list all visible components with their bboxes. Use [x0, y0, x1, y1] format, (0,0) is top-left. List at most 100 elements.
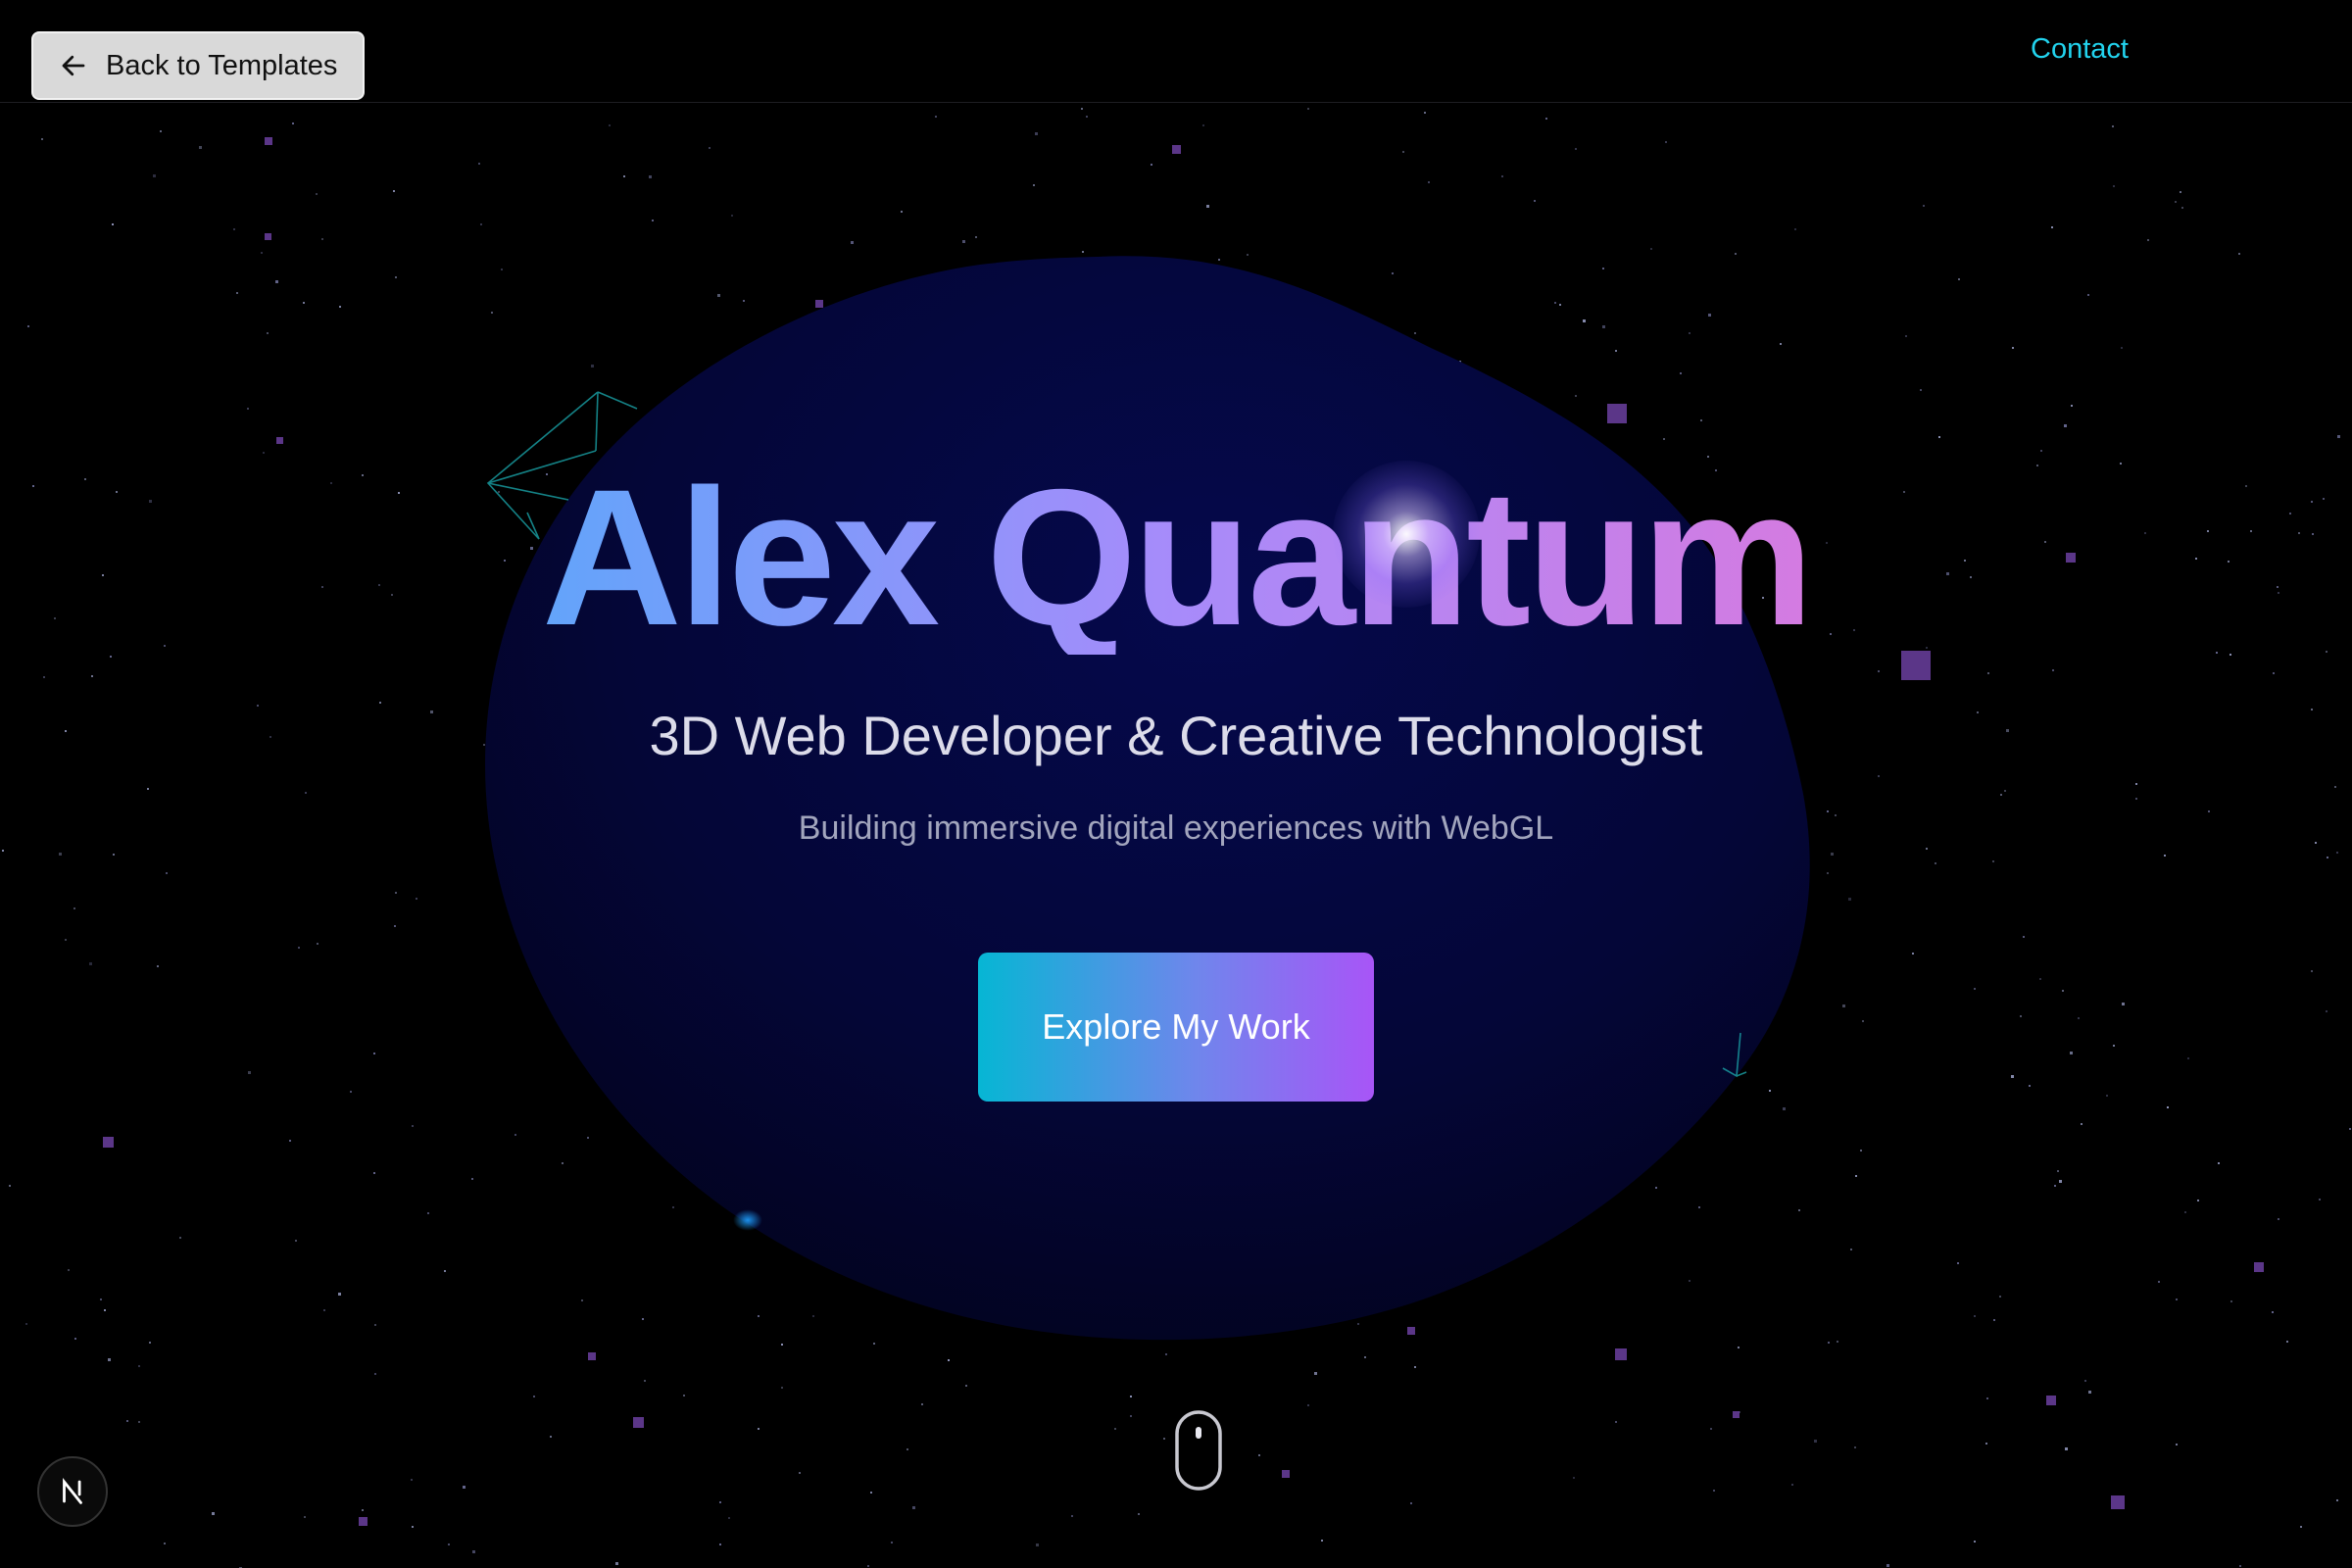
star-particle: [799, 1472, 801, 1474]
back-to-templates-button[interactable]: Back to Templates: [31, 31, 365, 100]
star-particle: [248, 1071, 251, 1074]
star-particle: [89, 962, 92, 965]
star-particle: [138, 1421, 140, 1423]
star-particle: [41, 138, 43, 140]
star-particle: [1163, 1438, 1165, 1440]
star-particle: [1086, 116, 1088, 118]
star-particle: [2011, 1075, 2014, 1078]
star-particle: [1878, 670, 1880, 672]
star-particle: [374, 1324, 376, 1326]
star-particle: [2000, 794, 2002, 796]
star-particle: [2070, 1052, 2073, 1054]
star-particle: [393, 190, 395, 192]
floating-cube-particle: [1733, 1411, 1740, 1418]
star-particle: [2336, 852, 2338, 854]
star-particle: [2062, 990, 2064, 992]
star-particle: [463, 1486, 466, 1489]
star-particle: [1036, 1544, 1039, 1546]
star-particle: [100, 1298, 102, 1300]
star-particle: [1130, 1415, 1132, 1417]
star-particle: [2122, 1003, 2125, 1005]
star-particle: [1130, 1396, 1132, 1397]
star-particle: [965, 1385, 967, 1387]
star-particle: [731, 215, 733, 217]
star-particle: [411, 1479, 413, 1481]
star-particle: [2197, 1200, 2199, 1201]
star-particle: [247, 408, 249, 410]
star-particle: [27, 325, 29, 327]
star-particle: [1935, 862, 1936, 864]
star-particle: [1035, 132, 1038, 135]
star-particle: [2167, 1106, 2169, 1108]
star-particle: [1573, 1477, 1575, 1479]
star-particle: [374, 1373, 376, 1375]
star-particle: [362, 1509, 364, 1511]
star-particle: [1850, 1249, 1852, 1250]
star-particle: [104, 1309, 106, 1311]
star-particle: [153, 174, 156, 177]
star-particle: [2327, 857, 2328, 858]
star-particle: [1923, 205, 1925, 207]
contact-link[interactable]: Contact: [2031, 33, 2129, 66]
star-particle: [2113, 185, 2115, 187]
star-particle: [478, 163, 480, 165]
star-particle: [179, 1237, 181, 1239]
star-particle: [1926, 848, 1928, 850]
explore-work-button[interactable]: Explore My Work: [978, 953, 1374, 1102]
star-particle: [719, 1501, 721, 1503]
star-particle: [901, 211, 903, 213]
star-particle: [758, 1428, 760, 1430]
star-particle: [719, 1544, 721, 1545]
star-particle: [110, 656, 112, 658]
star-particle: [870, 1492, 872, 1494]
star-particle: [263, 452, 265, 454]
floating-cube-particle: [2046, 1396, 2056, 1405]
star-particle: [1138, 1513, 1140, 1515]
star-particle: [1534, 200, 1536, 202]
star-particle: [444, 1270, 446, 1272]
star-particle: [1665, 141, 1667, 143]
nextjs-logo-icon[interactable]: [37, 1456, 108, 1527]
star-particle: [267, 332, 269, 334]
star-particle: [427, 1212, 429, 1214]
star-particle: [395, 892, 397, 894]
star-particle: [2023, 936, 2025, 938]
star-particle: [164, 1543, 166, 1544]
star-particle: [59, 853, 62, 856]
star-particle: [2135, 783, 2137, 785]
star-particle: [1424, 112, 1426, 114]
star-particle: [395, 276, 397, 278]
star-particle: [233, 228, 235, 230]
star-particle: [2087, 294, 2089, 296]
star-particle: [2336, 1499, 2338, 1501]
star-particle: [2078, 1017, 2080, 1019]
star-particle: [1987, 672, 1989, 674]
star-particle: [321, 238, 323, 240]
star-particle: [781, 1387, 783, 1389]
star-particle: [126, 1420, 128, 1422]
star-particle: [166, 872, 168, 874]
mouse-scroll-icon[interactable]: [1174, 1409, 1223, 1492]
star-particle: [1206, 205, 1209, 208]
hero-tagline: Building immersive digital experiences w…: [798, 809, 1554, 847]
star-particle: [199, 146, 202, 149]
star-particle: [906, 1448, 908, 1450]
star-particle: [2012, 347, 2014, 349]
star-particle: [649, 175, 652, 178]
star-particle: [2239, 1565, 2241, 1567]
star-particle: [412, 1125, 414, 1127]
star-particle: [1920, 389, 1922, 391]
star-particle: [2106, 1095, 2108, 1097]
star-particle: [138, 1365, 140, 1367]
star-particle: [2065, 1447, 2068, 1450]
star-particle: [1842, 1004, 1845, 1007]
star-particle: [2181, 207, 2183, 209]
star-particle: [912, 1506, 915, 1509]
star-particle: [644, 1380, 646, 1382]
star-particle: [935, 116, 937, 118]
star-particle: [921, 1403, 923, 1405]
star-particle: [2300, 1526, 2302, 1528]
star-particle: [323, 1309, 325, 1311]
cyan-glow-spot: [733, 1209, 762, 1231]
star-particle: [261, 252, 263, 254]
